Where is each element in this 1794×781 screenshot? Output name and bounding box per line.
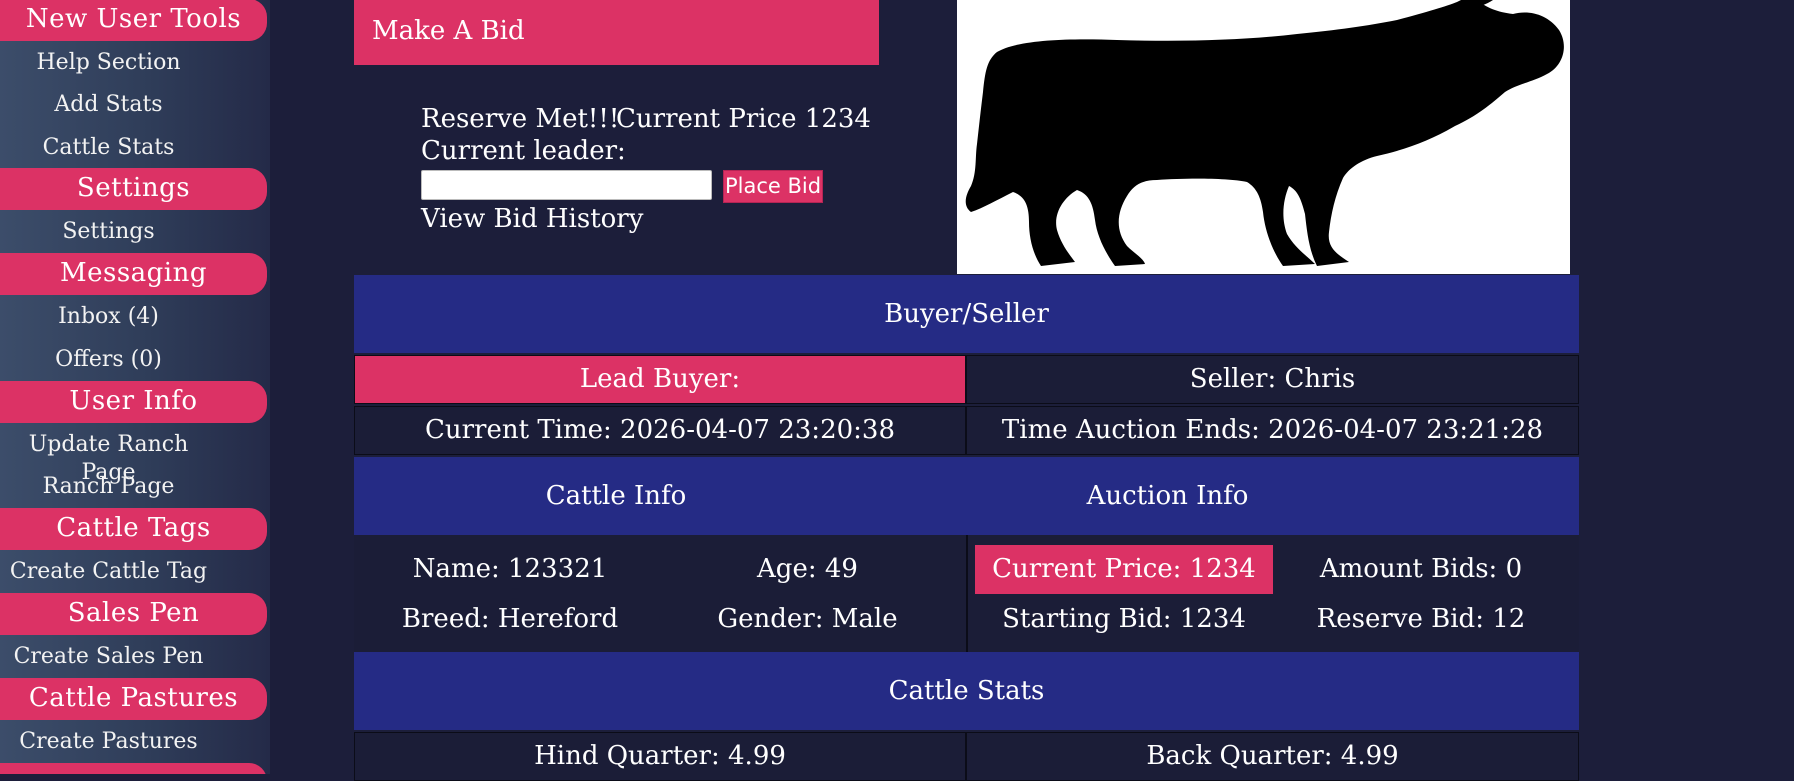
current-leader-label: Current leader: <box>421 136 626 166</box>
sidebar-heading-cattle-pastures[interactable]: Cattle Pastures <box>0 678 267 720</box>
seller-cell: Seller: Chris <box>966 355 1579 404</box>
cattle-stats-header: Cattle Stats <box>354 652 1579 730</box>
sidebar-item-create-pastures[interactable]: Create Pastures <box>0 728 217 756</box>
view-bid-history-link[interactable]: View Bid History <box>421 204 643 234</box>
sidebar: New User Tools Help Section Add Stats Ca… <box>0 0 270 774</box>
sidebar-item-ranch-page[interactable]: Ranch Page <box>0 473 217 501</box>
starting-bid: Starting Bid: 1234 <box>1002 604 1246 634</box>
reserve-bid: Reserve Bid: 12 <box>1316 604 1526 634</box>
sidebar-heading-settings[interactable]: Settings <box>0 168 267 210</box>
sidebar-heading-next[interactable] <box>0 763 267 774</box>
buyer-seller-header: Buyer/Seller <box>354 275 1579 353</box>
auction-current-price: Current Price: 1234 <box>992 554 1256 584</box>
sidebar-item-add-stats[interactable]: Add Stats <box>0 91 217 119</box>
place-bid-button[interactable]: Place Bid <box>723 170 823 203</box>
sidebar-item-create-cattle-tag[interactable]: Create Cattle Tag <box>0 558 217 586</box>
cattle-stats-heading: Cattle Stats <box>888 676 1045 706</box>
make-a-bid-header: Make A Bid <box>354 0 879 65</box>
lead-buyer-cell: Lead Buyer: <box>354 355 966 404</box>
cow-silhouette-icon <box>965 0 1564 266</box>
sidebar-heading-cattle-tags[interactable]: Cattle Tags <box>0 508 267 550</box>
info-divider <box>966 535 968 652</box>
info-header: Cattle Info Auction Info <box>354 457 1579 535</box>
sidebar-heading-user-info[interactable]: User Info <box>0 381 267 423</box>
sidebar-item-create-sales-pen[interactable]: Create Sales Pen <box>0 643 217 671</box>
sidebar-heading-messaging[interactable]: Messaging <box>0 253 267 295</box>
reserve-status: Reserve Met!!! <box>421 104 620 134</box>
cattle-gender: Gender: Male <box>717 604 898 634</box>
cattle-age: Age: 49 <box>757 554 858 584</box>
auction-end-time-cell: Time Auction Ends: 2026-04-07 23:21:28 <box>966 406 1579 455</box>
sidebar-item-offers[interactable]: Offers (0) <box>0 346 217 374</box>
sidebar-item-settings[interactable]: Settings <box>0 218 217 246</box>
current-time-cell: Current Time: 2026-04-07 23:20:38 <box>354 406 966 455</box>
cattle-name: Name: 123321 <box>412 554 608 584</box>
current-price-text: Current Price 1234 <box>616 104 871 134</box>
cattle-breed: Breed: Hereford <box>401 604 619 634</box>
sidebar-item-help-section[interactable]: Help Section <box>0 49 217 77</box>
bid-amount-input[interactable] <box>421 170 712 200</box>
sidebar-heading-new-user-tools[interactable]: New User Tools <box>0 0 267 41</box>
buyer-seller-heading: Buyer/Seller <box>884 299 1049 329</box>
auction-info-heading: Auction Info <box>1086 481 1249 511</box>
make-a-bid-title: Make A Bid <box>372 16 525 46</box>
sidebar-heading-sales-pen[interactable]: Sales Pen <box>0 593 267 635</box>
cattle-info-heading: Cattle Info <box>545 481 687 511</box>
cattle-image <box>957 0 1570 274</box>
sidebar-item-inbox[interactable]: Inbox (4) <box>0 303 217 331</box>
amount-bids: Amount Bids: 0 <box>1319 554 1523 584</box>
sidebar-item-cattle-stats[interactable]: Cattle Stats <box>0 134 217 162</box>
